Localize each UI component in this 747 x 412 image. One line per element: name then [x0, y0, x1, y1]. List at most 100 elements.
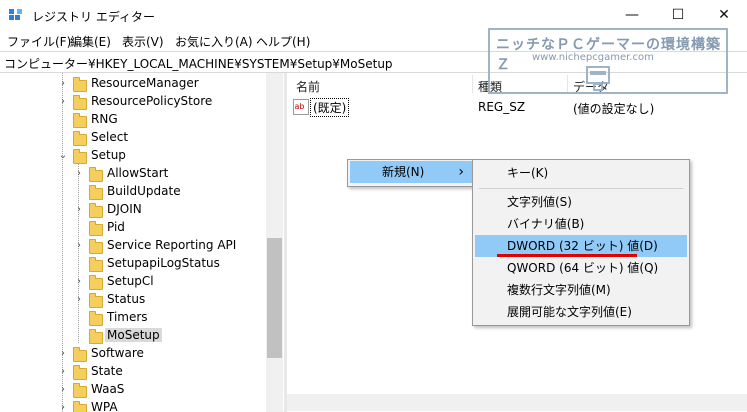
chevron-right-icon[interactable]: › [74, 240, 84, 252]
value-name: (既定) [310, 98, 350, 117]
tree-item[interactable]: Select [0, 129, 266, 147]
menu-item-qword-value[interactable]: QWORD (64 ビット) 値(Q) [475, 257, 687, 279]
tree-item-label: DJOIN [107, 202, 142, 216]
menu-item-label: バイナリ値(B) [507, 217, 585, 231]
chevron-right-icon[interactable]: › [58, 402, 68, 412]
folder-icon [73, 95, 87, 110]
tree-vertical-scrollbar[interactable] [266, 73, 283, 412]
menu-item-binary-value[interactable]: バイナリ値(B) [475, 213, 687, 235]
menu-favorites[interactable]: お気に入り(A) [175, 33, 253, 50]
watermark: ニッチなＰＣゲーマーの環境構築Ｚ www.nichepcgamer.com [488, 28, 730, 96]
folder-icon [73, 77, 87, 92]
menu-file[interactable]: ファイル(F) [7, 33, 71, 50]
tree-item[interactable]: › SetupCl [0, 273, 266, 291]
folder-icon [89, 311, 103, 326]
tree-item-label: Service Reporting API [107, 238, 237, 252]
folder-icon [73, 113, 87, 128]
chevron-right-icon [58, 114, 68, 126]
chevron-right-icon [74, 222, 84, 234]
tree-item[interactable]: RNG [0, 111, 266, 129]
context-menu: 新規(N) › [347, 159, 475, 187]
tree-item[interactable]: › WaaS [0, 381, 266, 399]
scrollbar-thumb[interactable] [267, 238, 282, 358]
menu-item-label: 複数行文字列値(M) [507, 283, 611, 297]
maximize-button[interactable]: ☐ [655, 0, 701, 30]
tree-item-label: Software [91, 346, 144, 360]
tree-item[interactable]: › DJOIN [0, 201, 266, 219]
chevron-right-icon[interactable]: › [74, 276, 84, 288]
tree-item-label: Setup [91, 148, 126, 162]
chevron-right-icon[interactable]: › [74, 168, 84, 180]
chevron-right-icon [74, 258, 84, 270]
tree-item[interactable]: MoSetup [0, 327, 266, 345]
tree-item-label: SetupapiLogStatus [107, 256, 220, 270]
window-title: レジストリ エディター [32, 10, 155, 24]
chevron-right-icon[interactable]: › [58, 384, 68, 396]
folder-icon [73, 347, 87, 362]
menu-item-label: キー(K) [507, 166, 549, 180]
tree-item[interactable]: Timers [0, 309, 266, 327]
tree-item-label: Pid [107, 220, 125, 234]
tree-item[interactable]: BuildUpdate [0, 183, 266, 201]
tree-item[interactable]: SetupapiLogStatus [0, 255, 266, 273]
menu-item-expandable-string-value[interactable]: 展開可能な文字列値(E) [475, 301, 687, 323]
folder-icon [89, 329, 103, 344]
menu-item-key[interactable]: キー(K) [475, 162, 687, 184]
new-submenu: キー(K) 文字列値(S) バイナリ値(B) DWORD (32 ビット) 値(… [472, 159, 690, 326]
folder-icon [89, 293, 103, 308]
chevron-right-icon[interactable]: › [58, 366, 68, 378]
tree-item-label: BuildUpdate [107, 184, 181, 198]
chevron-right-icon [58, 132, 68, 144]
menu-separator [479, 188, 683, 189]
menu-item-multi-string-value[interactable]: 複数行文字列値(M) [475, 279, 687, 301]
chevron-right-icon[interactable]: › [74, 294, 84, 306]
menu-item-label: 展開可能な文字列値(E) [507, 305, 632, 319]
tree-item[interactable]: › Software [0, 345, 266, 363]
column-separator[interactable] [472, 75, 473, 93]
list-horizontal-scrollbar[interactable] [287, 394, 747, 411]
menu-item-string-value[interactable]: 文字列値(S) [475, 191, 687, 213]
close-button[interactable]: ✕ [701, 0, 747, 30]
tree-item-label: SetupCl [107, 274, 154, 288]
menu-help[interactable]: ヘルプ(H) [256, 33, 310, 50]
folder-icon [73, 401, 87, 412]
tree-item[interactable]: › State [0, 363, 266, 381]
tree-item[interactable]: › Service Reporting API [0, 237, 266, 255]
tree-item-label: RNG [91, 112, 118, 126]
address-path: コンピューター¥HKEY_LOCAL_MACHINE¥SYSTEM¥Setup¥… [4, 57, 393, 71]
string-value-icon: ab [293, 99, 309, 115]
chevron-right-icon [74, 312, 84, 324]
title-bar: レジストリ エディター — ☐ ✕ [0, 0, 747, 30]
tree-item[interactable]: › WPA [0, 399, 266, 412]
tree-item-label: AllowStart [107, 166, 169, 180]
folder-icon [73, 383, 87, 398]
tree-item[interactable]: ⌄ Setup [0, 147, 266, 165]
tree-item[interactable]: › ResourcePolicyStore [0, 93, 266, 111]
column-header-name[interactable]: 名前 [296, 78, 320, 95]
svg-text:ab: ab [295, 102, 305, 111]
chevron-right-icon[interactable]: › [58, 96, 68, 108]
folder-icon [89, 203, 103, 218]
minimize-button[interactable]: — [609, 0, 655, 30]
tree-item-label: ResourcePolicyStore [91, 94, 213, 108]
chevron-right-icon[interactable]: › [58, 78, 68, 90]
annotation-underline [497, 254, 637, 257]
folder-icon [89, 221, 103, 236]
chevron-down-icon[interactable]: ⌄ [58, 150, 68, 162]
tree-item-label: WaaS [91, 382, 125, 396]
tree-item-label: State [91, 364, 123, 378]
menu-item-new[interactable]: 新規(N) › [350, 161, 472, 183]
tree-item[interactable]: › Status [0, 291, 266, 309]
menu-edit[interactable]: 編集(E) [70, 33, 111, 50]
folder-icon [89, 167, 103, 182]
menu-view[interactable]: 表示(V) [122, 33, 164, 50]
menu-item-new-label: 新規(N) [382, 165, 425, 179]
tree-item[interactable]: Pid [0, 219, 266, 237]
chevron-right-icon[interactable]: › [74, 204, 84, 216]
folder-icon [73, 365, 87, 380]
chevron-right-icon [74, 186, 84, 198]
tree-item[interactable]: › ResourceManager [0, 75, 266, 93]
chevron-right-icon[interactable]: › [58, 348, 68, 360]
pc-icon [586, 66, 610, 91]
tree-item[interactable]: › AllowStart [0, 165, 266, 183]
